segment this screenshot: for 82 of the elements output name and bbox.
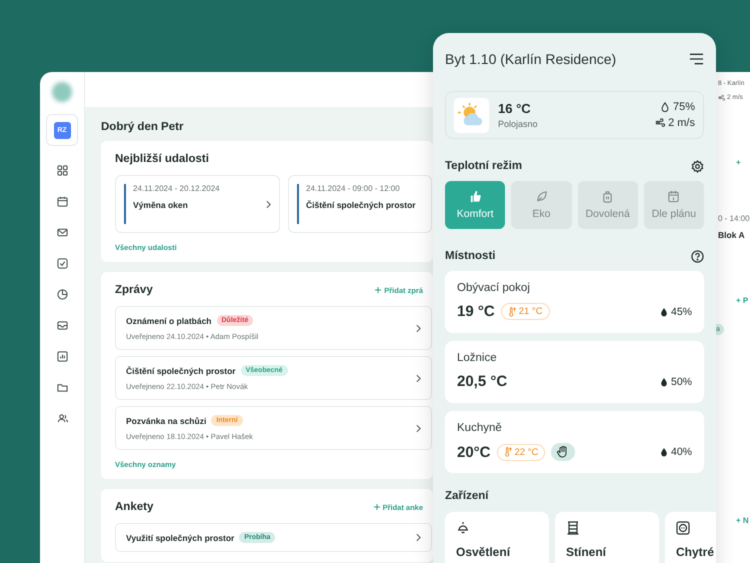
device-label: Chytré	[676, 545, 716, 559]
humidity: 75%	[672, 101, 695, 113]
suitcase-icon	[601, 190, 614, 203]
apartment-title: Byt 1.10 (Karlín Residence)	[445, 51, 616, 67]
wind-icon	[655, 118, 666, 128]
device-card[interactable]: Osvětlení	[445, 512, 549, 563]
section-title: Teplotní režim	[445, 160, 522, 172]
lamp-icon	[456, 521, 470, 535]
wind-speed: 2 m/s	[668, 117, 695, 129]
section-title: Zařízení	[445, 490, 488, 502]
room-card[interactable]: Ložnice 20,5 °C 50%	[445, 341, 704, 403]
plus-icon	[374, 504, 380, 510]
event-date: 0 - 14:00	[718, 214, 750, 223]
room-humidity: 45%	[660, 306, 692, 318]
drop-icon	[660, 376, 668, 386]
accent-bar	[297, 184, 299, 224]
event-title: Blok A	[718, 230, 745, 240]
message-title: Oznámení o platbách	[126, 316, 212, 326]
room-temperature: 20°C	[457, 444, 491, 460]
wind-icon	[718, 94, 725, 100]
event-card[interactable]: 24.11.2024 - 09:00 - 12:00 Čištění společných prostor	[288, 175, 432, 233]
users-icon[interactable]	[56, 413, 68, 424]
room-card[interactable]: Kuchyně 20°C 22 °C 40%	[445, 411, 704, 473]
room-name: Ložnice	[457, 352, 498, 364]
pie-chart-icon[interactable]	[56, 289, 68, 300]
drop-icon	[660, 447, 668, 457]
socket-icon	[676, 521, 690, 535]
mail-icon[interactable]	[56, 227, 68, 238]
folder-icon[interactable]	[56, 382, 68, 393]
partly-cloudy-icon	[454, 98, 489, 132]
calendar-icon[interactable]	[56, 196, 68, 207]
chart-icon[interactable]	[56, 351, 68, 362]
leaf-icon	[534, 190, 548, 203]
message-title: Čištění společných prostor	[126, 366, 236, 376]
event-card[interactable]: 24.11.2024 - 20.12.2024 Výměna oken	[115, 175, 280, 233]
room-temperature: 19 °C	[457, 303, 495, 320]
target-temperature: 22 °C	[496, 444, 546, 460]
chevron-right-icon	[416, 424, 421, 432]
chevron-right-icon	[416, 374, 421, 382]
menu-icon[interactable]	[689, 53, 704, 65]
help-icon[interactable]	[691, 250, 704, 262]
room-name: Kuchyně	[457, 422, 503, 434]
chevron-right-icon	[266, 200, 271, 208]
calendar-icon	[667, 190, 680, 203]
inbox-icon[interactable]	[56, 320, 68, 331]
settings-icon[interactable]	[691, 160, 704, 172]
card-title: Ankety	[115, 501, 154, 513]
event-date: 24.11.2024 - 20.12.2024	[133, 184, 221, 193]
room-name: Obývací pokoj	[457, 282, 531, 294]
device-card[interactable]: Chytré	[665, 512, 716, 563]
logo-icon	[52, 82, 72, 102]
drop-icon	[660, 306, 668, 316]
drop-icon	[660, 102, 670, 112]
message-title: Pozvánka na schůzi	[126, 416, 206, 426]
greeting: Dobrý den Petr	[101, 121, 184, 133]
room-card[interactable]: Obývací pokoj 19 °C 21 °C 45%	[445, 271, 704, 333]
weather-condition: Polojasno	[498, 119, 539, 129]
room-humidity: 50%	[660, 376, 692, 388]
temperature: 16 °C	[498, 101, 532, 116]
plus-icon	[375, 287, 382, 293]
room-temperature: 20,5 °C	[457, 373, 508, 390]
blinds-icon	[566, 521, 580, 535]
device-label: Osvětlení	[456, 545, 512, 559]
device-label: Stínení	[566, 545, 608, 559]
thermometer-icon	[504, 447, 512, 457]
chevron-right-icon	[416, 324, 421, 332]
card-title: Nejbližší udalosti	[115, 153, 210, 165]
poll-title: Využití společných prostor	[126, 532, 234, 542]
chevron-right-icon	[416, 533, 421, 542]
event-title: Čištění společných prostor	[306, 199, 417, 212]
checkbox-icon[interactable]	[56, 258, 68, 269]
accent-bar	[124, 184, 126, 224]
grid-icon[interactable]	[56, 165, 68, 176]
event-title: Výměna oken	[133, 199, 189, 212]
thumbs-up-icon	[468, 190, 482, 203]
card-title: Zprávy	[115, 284, 153, 296]
target-temperature: 21 °C	[500, 303, 550, 320]
event-date: 24.11.2024 - 09:00 - 12:00	[306, 184, 401, 193]
device-card[interactable]: Stínení	[555, 512, 659, 563]
thermometer-icon	[508, 306, 516, 316]
section-title: Místnosti	[445, 250, 496, 262]
room-humidity: 40%	[660, 446, 692, 458]
